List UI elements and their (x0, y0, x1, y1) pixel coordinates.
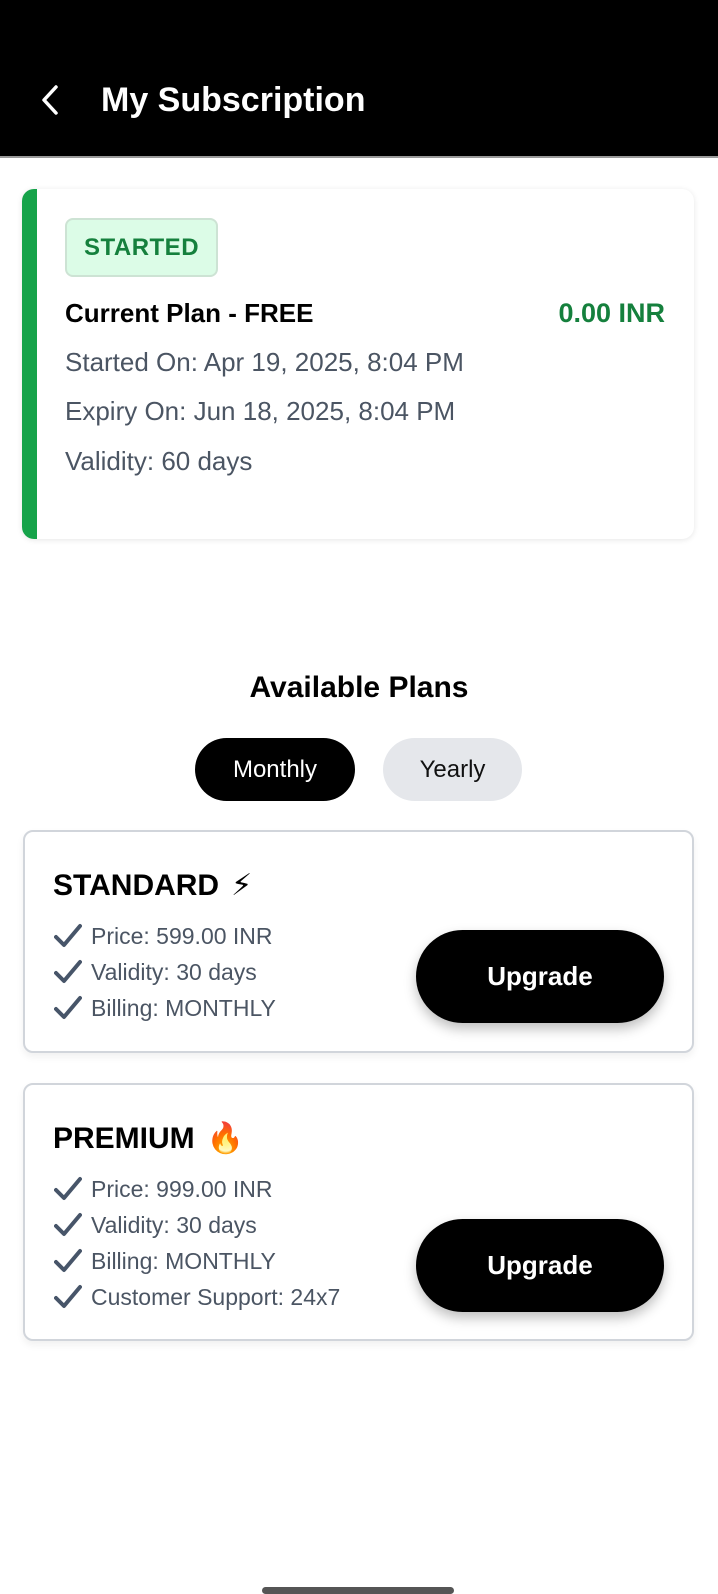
plan-card-premium: PREMIUM 🔥 Price: 999.00 INR Validity: 30… (23, 1083, 694, 1341)
feature-text: Billing: MONTHLY (91, 1248, 276, 1274)
expiry-on-text: Expiry On: Jun 18, 2025, 8:04 PM (65, 396, 456, 426)
status-badge: STARTED (65, 218, 218, 277)
check-icon (53, 1247, 83, 1275)
upgrade-standard-button[interactable]: Upgrade (416, 930, 664, 1023)
plan-feature: Customer Support: 24x7 (53, 1281, 340, 1313)
plan-title: STANDARD ⚡ (53, 866, 252, 906)
feature-text: Price: 599.00 INR (91, 923, 273, 949)
available-plans-title: Available Plans (249, 671, 469, 704)
plan-feature: Validity: 30 days (53, 1209, 257, 1241)
upgrade-premium-button[interactable]: Upgrade (416, 1219, 664, 1312)
plan-feature: Validity: 30 days (53, 956, 257, 988)
current-plan-name: Current Plan - FREE (65, 298, 314, 328)
check-icon (53, 994, 83, 1022)
tab-yearly[interactable]: Yearly (383, 738, 522, 801)
started-on-text: Started On: Apr 19, 2025, 8:04 PM (65, 347, 464, 377)
feature-text: Customer Support: 24x7 (91, 1284, 341, 1310)
plan-feature: Billing: MONTHLY (53, 1245, 276, 1277)
lightning-icon: ⚡ (231, 869, 253, 902)
check-icon (53, 1211, 83, 1239)
validity-text: Validity: 60 days (65, 446, 253, 476)
check-icon (53, 1283, 83, 1311)
plan-feature: Price: 999.00 INR (53, 1173, 273, 1205)
plan-name: PREMIUM (53, 1122, 195, 1155)
check-icon (53, 1175, 83, 1203)
plan-card-standard: STANDARD ⚡ Price: 599.00 INR Validity: 3… (23, 830, 694, 1053)
plan-name: STANDARD (53, 869, 220, 902)
back-button[interactable] (30, 78, 70, 122)
chevron-left-icon (42, 85, 58, 115)
plan-feature: Billing: MONTHLY (53, 992, 276, 1024)
tab-monthly[interactable]: Monthly (195, 738, 355, 801)
plan-feature: Price: 599.00 INR (53, 920, 273, 952)
feature-text: Billing: MONTHLY (91, 995, 276, 1021)
feature-text: Validity: 30 days (91, 959, 257, 985)
page-title: My Subscription (101, 81, 366, 119)
card-accent-bar (22, 189, 37, 539)
check-icon (53, 958, 83, 986)
app-bar: My Subscription (0, 0, 718, 158)
feature-text: Price: 999.00 INR (91, 1176, 273, 1202)
home-indicator (262, 1587, 454, 1594)
fire-icon: 🔥 (206, 1122, 245, 1155)
current-plan-price: 0.00 INR (558, 298, 665, 328)
feature-text: Validity: 30 days (91, 1212, 257, 1238)
current-plan-card: STARTED Current Plan - FREE 0.00 INR Sta… (22, 189, 694, 539)
check-icon (53, 922, 83, 950)
plan-title: PREMIUM 🔥 (53, 1119, 244, 1159)
